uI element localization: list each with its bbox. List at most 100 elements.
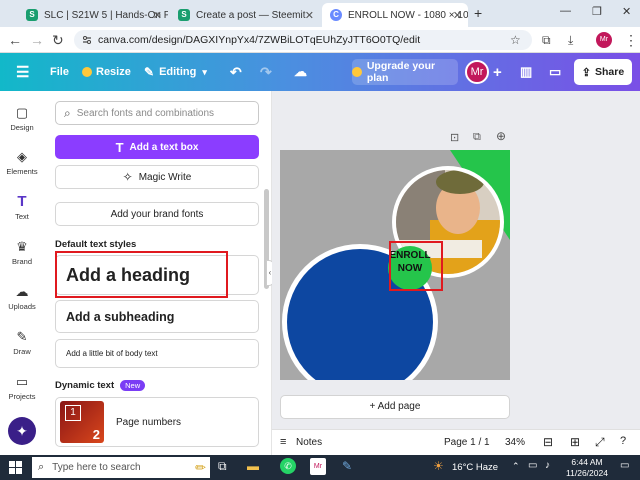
task-view-icon[interactable]: ⧉ xyxy=(218,459,227,474)
brand-fonts-button[interactable]: Add your brand fonts xyxy=(55,202,259,226)
menu-hamburger-icon[interactable]: ☰ xyxy=(16,53,29,91)
editor-footer: ≡ Notes Page 1 / 1 34% ⊟ ⊞ ⤢ ? xyxy=(272,429,640,455)
notes-button[interactable]: Notes xyxy=(296,437,322,448)
paint-app-icon[interactable]: ✎ xyxy=(342,459,352,473)
rail-item-brand[interactable]: ♛ Brand xyxy=(0,239,44,266)
windows-taskbar: ⌕ Type here to search ✏ ⧉ ▬ ✆ Mr ✎ ☀ 16°… xyxy=(0,455,640,480)
forward-icon[interactable]: → xyxy=(30,31,44,49)
search-icon: ⌕ xyxy=(38,461,45,473)
weather-text[interactable]: 16°C Haze xyxy=(452,462,498,473)
windows-start-icon[interactable] xyxy=(9,461,22,474)
thumb-number-1: 1 xyxy=(65,405,81,421)
tab-steemit[interactable]: S Create a post — Steemit ✕ xyxy=(170,3,320,27)
magic-write-button[interactable]: ✧ Magic Write xyxy=(55,165,259,189)
reload-icon[interactable]: ↻ xyxy=(52,31,64,49)
enroll-highlight-box xyxy=(389,241,443,291)
duplicate-page-icon[interactable]: ⧉ xyxy=(473,131,481,144)
upgrade-plan-button[interactable]: Upgrade your plan xyxy=(352,59,458,85)
page-indicator[interactable]: Page 1 / 1 xyxy=(444,437,490,448)
tab-label: SLC | S21W 5 | Hands-On Practi xyxy=(44,9,168,21)
back-icon[interactable]: ← xyxy=(8,31,22,49)
editing-mode-button[interactable]: ✎ Editing ▾ xyxy=(144,53,207,91)
zoom-level[interactable]: 34% xyxy=(505,437,525,448)
url-field[interactable]: canva.com/design/DAGXIYnpYx4/7ZWBiLOTqEU… xyxy=(74,30,532,50)
add-collaborator-icon[interactable]: + xyxy=(493,53,502,91)
comments-icon[interactable]: ▭ xyxy=(549,53,561,91)
extensions-icon[interactable]: ⧉ xyxy=(542,31,551,49)
heading-highlight-box xyxy=(55,251,228,298)
file-menu-button[interactable]: File xyxy=(50,53,69,91)
share-label: Share xyxy=(595,66,625,78)
restore-icon[interactable]: ❐ xyxy=(592,5,602,18)
volume-icon[interactable]: ♪ xyxy=(545,460,550,471)
close-tab-icon[interactable]: ✕ xyxy=(153,9,162,22)
add-page-icon[interactable]: ⊕ xyxy=(496,129,506,143)
body-text-label: Add a little bit of body text xyxy=(66,349,158,358)
projects-icon: ▭ xyxy=(15,374,29,389)
window-close-icon[interactable]: ✕ xyxy=(622,5,631,18)
close-tab-icon[interactable]: ✕ xyxy=(305,9,314,22)
fullscreen-icon[interactable]: ⤢ xyxy=(595,435,605,450)
taskbar-clock[interactable]: 6:44 AM 11/26/2024 xyxy=(562,457,612,479)
new-tab-icon[interactable]: + xyxy=(474,5,482,21)
taskbar-search-placeholder: Type here to search xyxy=(52,462,141,473)
taskbar-search-box[interactable]: ⌕ Type here to search ✏ xyxy=(32,457,210,478)
tab-canva-active[interactable]: C ENROLL NOW - 1080 × 1080px ✕ xyxy=(322,3,468,27)
rail-label: Brand xyxy=(11,257,32,266)
notes-icon[interactable]: ≡ xyxy=(280,436,286,448)
steemit-favicon: S xyxy=(178,9,190,21)
add-subheading-button[interactable]: Add a subheading xyxy=(55,300,259,333)
editor-header: ☰ File Resize ✎ Editing ▾ ↶ ↷ ☁ Upgrade … xyxy=(0,53,640,91)
user-avatar[interactable]: Mr xyxy=(465,60,489,84)
browser-menu-icon[interactable]: ⋮ xyxy=(624,31,638,49)
close-tab-icon[interactable]: ✕ xyxy=(453,9,462,22)
site-info-icon[interactable] xyxy=(82,35,92,45)
profile-avatar[interactable]: Mr xyxy=(596,32,612,48)
rail-item-draw[interactable]: ✎ Draw xyxy=(0,329,44,356)
minimize-icon[interactable]: — xyxy=(560,5,571,17)
design-icon: ▢ xyxy=(15,105,29,120)
font-search-input[interactable]: ⌕ Search fonts and combinations xyxy=(55,101,259,125)
downloads-icon[interactable]: ⤓ xyxy=(568,31,573,49)
text-icon: T xyxy=(17,193,27,210)
insights-chart-icon[interactable]: ▥ xyxy=(520,53,532,91)
network-icon[interactable]: ▭ xyxy=(528,460,537,471)
lock-icon[interactable]: ⊡ xyxy=(450,131,459,144)
undo-icon[interactable]: ↶ xyxy=(230,53,242,91)
rail-label: Elements xyxy=(6,167,38,176)
redo-icon[interactable]: ↷ xyxy=(260,53,272,91)
magic-assistant-icon[interactable]: ✦ xyxy=(8,417,36,445)
rail-item-uploads[interactable]: ☁ Uploads xyxy=(0,284,44,311)
notifications-icon[interactable]: ▭ xyxy=(620,460,629,471)
bookmark-star-icon[interactable]: ☆ xyxy=(510,31,521,49)
dynamic-text-title: Dynamic text xyxy=(55,380,115,391)
rail-item-projects[interactable]: ▭ Projects xyxy=(0,374,44,401)
resize-button[interactable]: Resize xyxy=(82,53,131,91)
url-text: canva.com/design/DAGXIYnpYx4/7ZWBiLOTqEU… xyxy=(98,34,421,46)
rail-item-text[interactable]: T Text xyxy=(0,193,44,222)
search-icon: ⌕ xyxy=(64,105,71,120)
pages-grid-icon[interactable]: ⊞ xyxy=(570,435,580,449)
design-canvas[interactable]: ENROLL NOW xyxy=(280,150,510,380)
search-placeholder: Search fonts and combinations xyxy=(76,107,215,119)
editing-label: Editing xyxy=(159,66,197,78)
file-explorer-icon[interactable]: ▬ xyxy=(247,459,259,473)
share-button[interactable]: ⇪ Share xyxy=(574,59,632,85)
add-text-box-button[interactable]: T Add a text box xyxy=(55,135,259,159)
crown-icon xyxy=(82,67,92,77)
whatsapp-icon[interactable]: ✆ xyxy=(280,458,296,474)
tab-slc[interactable]: S SLC | S21W 5 | Hands-On Practi ✕ xyxy=(18,3,168,27)
brand-fonts-label: Add your brand fonts xyxy=(110,208,204,220)
clock-date: 11/26/2024 xyxy=(566,468,608,478)
chrome-profile-app-icon[interactable]: Mr xyxy=(310,458,326,475)
help-icon[interactable]: ? xyxy=(620,435,626,447)
add-page-button[interactable]: + Add page xyxy=(280,395,510,419)
rail-item-design[interactable]: ▢ Design xyxy=(0,105,44,132)
rail-label: Draw xyxy=(13,347,31,356)
page-numbers-option[interactable]: 1 2 Page numbers xyxy=(55,397,259,447)
tray-chevron-icon[interactable]: ⌃ xyxy=(512,461,520,472)
rail-item-elements[interactable]: ◈ Elements xyxy=(0,149,44,176)
add-body-text-button[interactable]: Add a little bit of body text xyxy=(55,339,259,368)
grid-view-icon[interactable]: ⊟ xyxy=(543,435,553,449)
cloud-save-icon[interactable]: ☁ xyxy=(294,53,307,91)
